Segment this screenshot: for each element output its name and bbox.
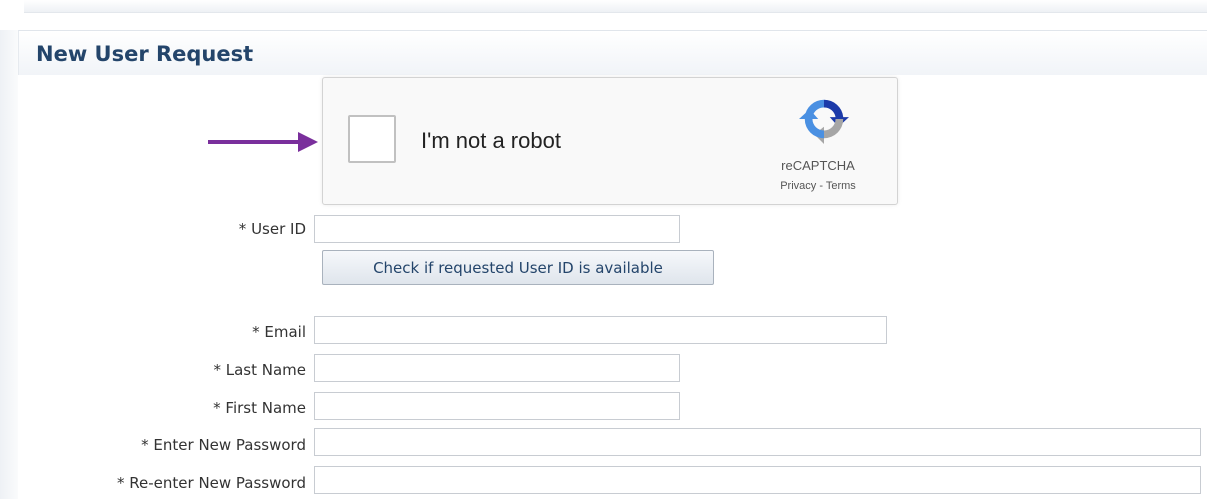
arrow-right-icon-shaft [208,140,302,144]
new-password-label: * Enter New Password [141,436,306,454]
link-separator: - [816,180,826,192]
recaptcha-brand: reCAPTCHA [781,158,855,173]
user-id-field[interactable] [314,215,680,243]
left-edge-shade [0,30,18,499]
last-name-field[interactable] [314,354,680,382]
recaptcha-label: I'm not a robot [421,128,561,153]
new-password-field[interactable] [314,428,1201,456]
reenter-password-field[interactable] [314,466,1201,494]
privacy-link[interactable]: Privacy [780,180,816,192]
terms-link[interactable]: Terms [826,180,856,192]
top-toolbar-band [24,0,1207,13]
user-id-label: * User ID [238,220,306,238]
reenter-password-label: * Re-enter New Password [117,474,306,492]
check-user-id-button[interactable]: Check if requested User ID is available [322,250,714,285]
recaptcha-logo-icon [799,99,849,144]
email-label: * Email [252,323,306,341]
recaptcha-checkbox[interactable] [348,115,396,163]
arrow-right-icon [298,132,318,152]
page-title: New User Request [36,42,254,66]
recaptcha-links: Privacy - Terms [743,180,893,192]
last-name-label: * Last Name [213,361,306,379]
email-field[interactable] [314,316,887,344]
first-name-label: * First Name [213,399,306,417]
first-name-field[interactable] [314,392,680,420]
recaptcha-widget: I'm not a robot reCAPTCHA Privacy - Term… [322,77,898,205]
